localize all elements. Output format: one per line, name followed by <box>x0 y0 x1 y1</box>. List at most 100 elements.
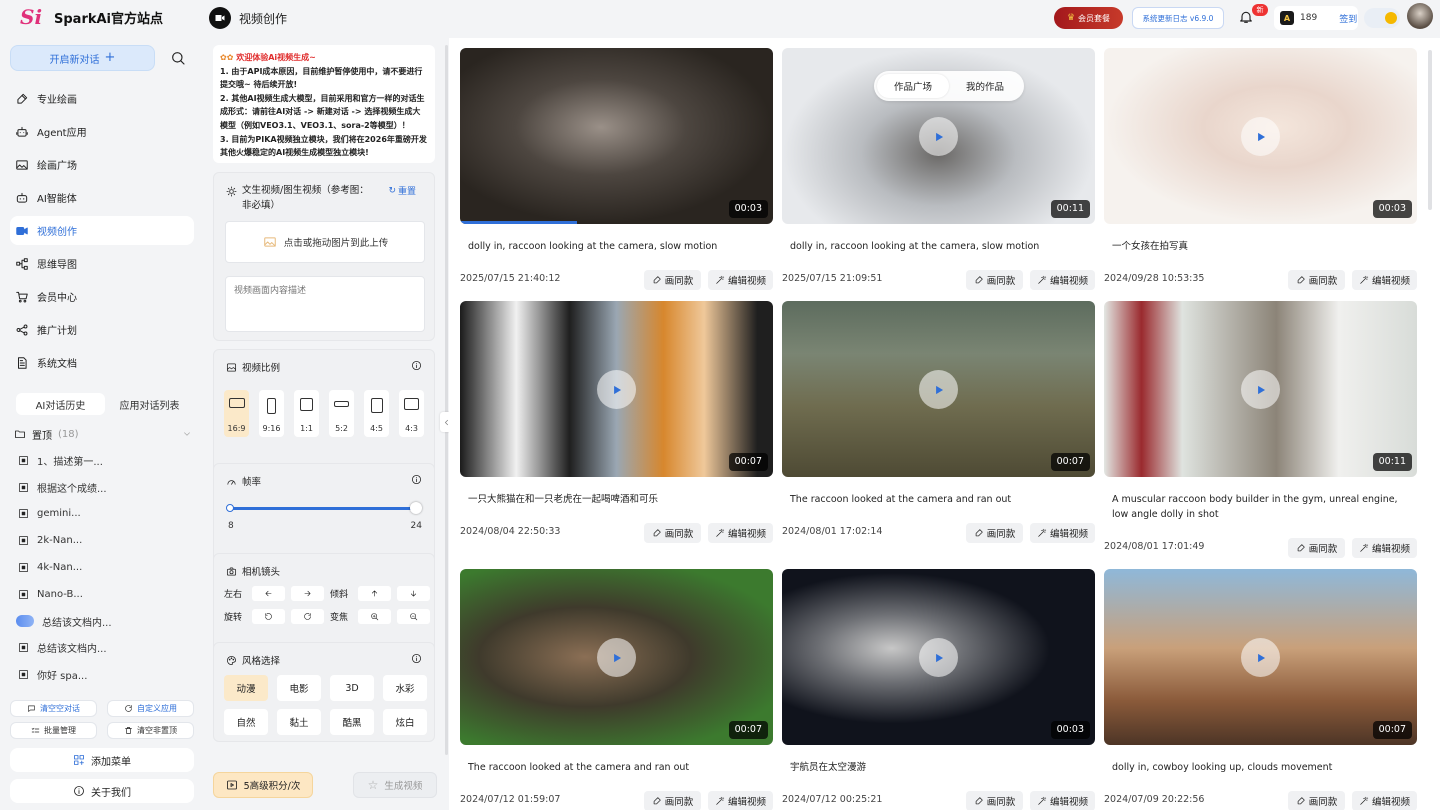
about-button[interactable]: 关于我们 <box>10 779 194 803</box>
style-option[interactable]: 水彩 <box>383 675 427 701</box>
camera-arrow-right-button[interactable] <box>291 586 324 601</box>
same-style-button[interactable]: 画同款 <box>966 791 1023 810</box>
same-style-button[interactable]: 画同款 <box>644 523 701 543</box>
play-button[interactable] <box>597 638 636 677</box>
history-item[interactable]: 根据这个成绩... <box>18 474 194 501</box>
camera-arrow-up-button[interactable] <box>358 586 391 601</box>
video-thumbnail[interactable]: 00:07 <box>782 301 1095 477</box>
ratio-option[interactable]: 5:2 <box>329 390 354 437</box>
ratio-option[interactable]: 9:16 <box>259 390 284 437</box>
style-option[interactable]: 黏土 <box>277 709 321 735</box>
video-thumbnail[interactable]: 00:03 <box>782 569 1095 745</box>
history-item[interactable]: 1、描述第一... <box>18 447 194 474</box>
custom-app-button[interactable]: 自定义应用 <box>107 700 194 717</box>
same-style-button[interactable]: 画同款 <box>1288 538 1345 558</box>
prompt-input[interactable] <box>225 276 425 332</box>
sidebar-item-cart[interactable]: 会员中心 <box>10 282 194 311</box>
sidebar-item-doc[interactable]: 系统文档 <box>10 348 194 377</box>
camera-arrow-left-button[interactable] <box>252 586 285 601</box>
ratio-option[interactable]: 4:3 <box>399 390 424 437</box>
same-style-button[interactable]: 画同款 <box>644 270 701 290</box>
logo[interactable]: Si SparkAi官方站点 <box>20 6 163 28</box>
style-option[interactable]: 电影 <box>277 675 321 701</box>
vip-button[interactable]: ♛ 会员套餐 <box>1054 7 1123 29</box>
edit-video-button[interactable]: 编辑视频 <box>1030 791 1095 810</box>
avatar[interactable] <box>1407 3 1433 29</box>
video-thumbnail[interactable]: 00:03 <box>1104 48 1417 224</box>
tab-my-works[interactable]: 我的作品 <box>949 74 1021 98</box>
theme-toggle[interactable] <box>1364 8 1400 28</box>
style-option[interactable]: 炫白 <box>383 709 427 735</box>
ratio-option[interactable]: 4:5 <box>364 390 389 437</box>
play-button[interactable] <box>597 370 636 409</box>
style-option[interactable]: 酷黑 <box>330 709 374 735</box>
same-style-button[interactable]: 画同款 <box>1288 270 1345 290</box>
history-item[interactable]: 4k-Nan... <box>18 554 194 581</box>
sidebar-item-mindmap[interactable]: 思维导图 <box>10 249 194 278</box>
same-style-button[interactable]: 画同款 <box>966 270 1023 290</box>
play-button[interactable] <box>1241 638 1280 677</box>
video-thumbnail[interactable]: 00:11 <box>1104 301 1417 477</box>
signin-link[interactable]: 签到 <box>1339 12 1357 25</box>
edit-video-button[interactable]: 编辑视频 <box>1352 538 1417 558</box>
same-style-button[interactable]: 画同款 <box>966 523 1023 543</box>
edit-video-button[interactable]: 编辑视频 <box>1030 270 1095 290</box>
reset-button[interactable]: ↻ 重置 <box>388 184 416 198</box>
batch-manage-button[interactable]: 批量管理 <box>10 722 97 739</box>
fps-slider[interactable] <box>226 502 422 514</box>
slider-handle[interactable] <box>410 502 422 514</box>
camera-rotate-ccw-button[interactable] <box>252 609 285 624</box>
info-icon[interactable] <box>411 474 422 485</box>
style-option[interactable]: 3D <box>330 675 374 701</box>
clear-unpinned-button[interactable]: 清空非置顶 <box>107 722 194 739</box>
sidebar-item-image[interactable]: 绘画广场 <box>10 150 194 179</box>
info-icon[interactable] <box>411 653 422 664</box>
camera-arrow-down-button[interactable] <box>397 586 430 601</box>
sidebar-item-video[interactable]: 视频创作 <box>10 216 194 245</box>
clear-empty-button[interactable]: 清空空对话 <box>10 700 97 717</box>
edit-video-button[interactable]: 编辑视频 <box>708 523 773 543</box>
camera-zoom-in-button[interactable] <box>358 609 391 624</box>
style-option[interactable]: 动漫 <box>224 675 268 701</box>
history-item[interactable]: Nano-B... <box>18 581 194 608</box>
ratio-option[interactable]: 16:9 <box>224 390 249 437</box>
info-icon[interactable] <box>411 360 422 371</box>
play-button[interactable] <box>1241 117 1280 156</box>
video-thumbnail[interactable]: 00:03 <box>460 48 773 224</box>
new-chat-button[interactable]: 开启新对话 + <box>10 45 155 71</box>
same-style-button[interactable]: 画同款 <box>644 791 701 810</box>
history-item[interactable]: 2k-Nan... <box>18 527 194 554</box>
update-log-button[interactable]: 系统更新日志 v6.9.0 <box>1132 7 1224 29</box>
tab-app-history[interactable]: 应用对话列表 <box>105 393 194 415</box>
play-button[interactable] <box>919 117 958 156</box>
sidebar-item-robot[interactable]: Agent应用 <box>10 117 194 146</box>
sidebar-item-share[interactable]: 推广计划 <box>10 315 194 344</box>
edit-video-button[interactable]: 编辑视频 <box>1352 791 1417 810</box>
image-upload[interactable]: 点击或拖动图片到此上传 <box>225 221 425 263</box>
history-item[interactable]: 你好 spa... <box>18 661 194 688</box>
tab-gallery-square[interactable]: 作品广场 <box>877 74 949 98</box>
search-button[interactable] <box>164 45 192 71</box>
history-item[interactable]: gemini... <box>18 501 194 528</box>
camera-rotate-cw-button[interactable] <box>291 609 324 624</box>
panel-divider[interactable] <box>445 45 448 755</box>
edit-video-button[interactable]: 编辑视频 <box>708 270 773 290</box>
points-widget[interactable]: A 189 签到 <box>1274 6 1358 30</box>
play-button[interactable] <box>919 370 958 409</box>
edit-video-button[interactable]: 编辑视频 <box>1352 270 1417 290</box>
ratio-option[interactable]: 1:1 <box>294 390 319 437</box>
history-item[interactable]: 总结该文档内... <box>18 635 194 662</box>
play-button[interactable] <box>919 638 958 677</box>
pinned-group[interactable]: 置顶 (18) <box>14 426 192 442</box>
video-progress-bar[interactable] <box>460 221 577 224</box>
sidebar-item-bot[interactable]: AI智能体 <box>10 183 194 212</box>
sidebar-item-brush[interactable]: 专业绘画 <box>10 84 194 113</box>
history-item[interactable]: 总结该文档内... <box>16 608 194 635</box>
play-button[interactable] <box>1241 370 1280 409</box>
video-thumbnail[interactable]: 00:07 <box>460 569 773 745</box>
generate-button[interactable]: ☆ 生成视频 <box>353 772 437 798</box>
video-thumbnail[interactable]: 00:07 <box>460 301 773 477</box>
gallery-scrollbar[interactable] <box>1428 50 1432 210</box>
slider-min-handle[interactable] <box>226 504 234 512</box>
same-style-button[interactable]: 画同款 <box>1288 791 1345 810</box>
